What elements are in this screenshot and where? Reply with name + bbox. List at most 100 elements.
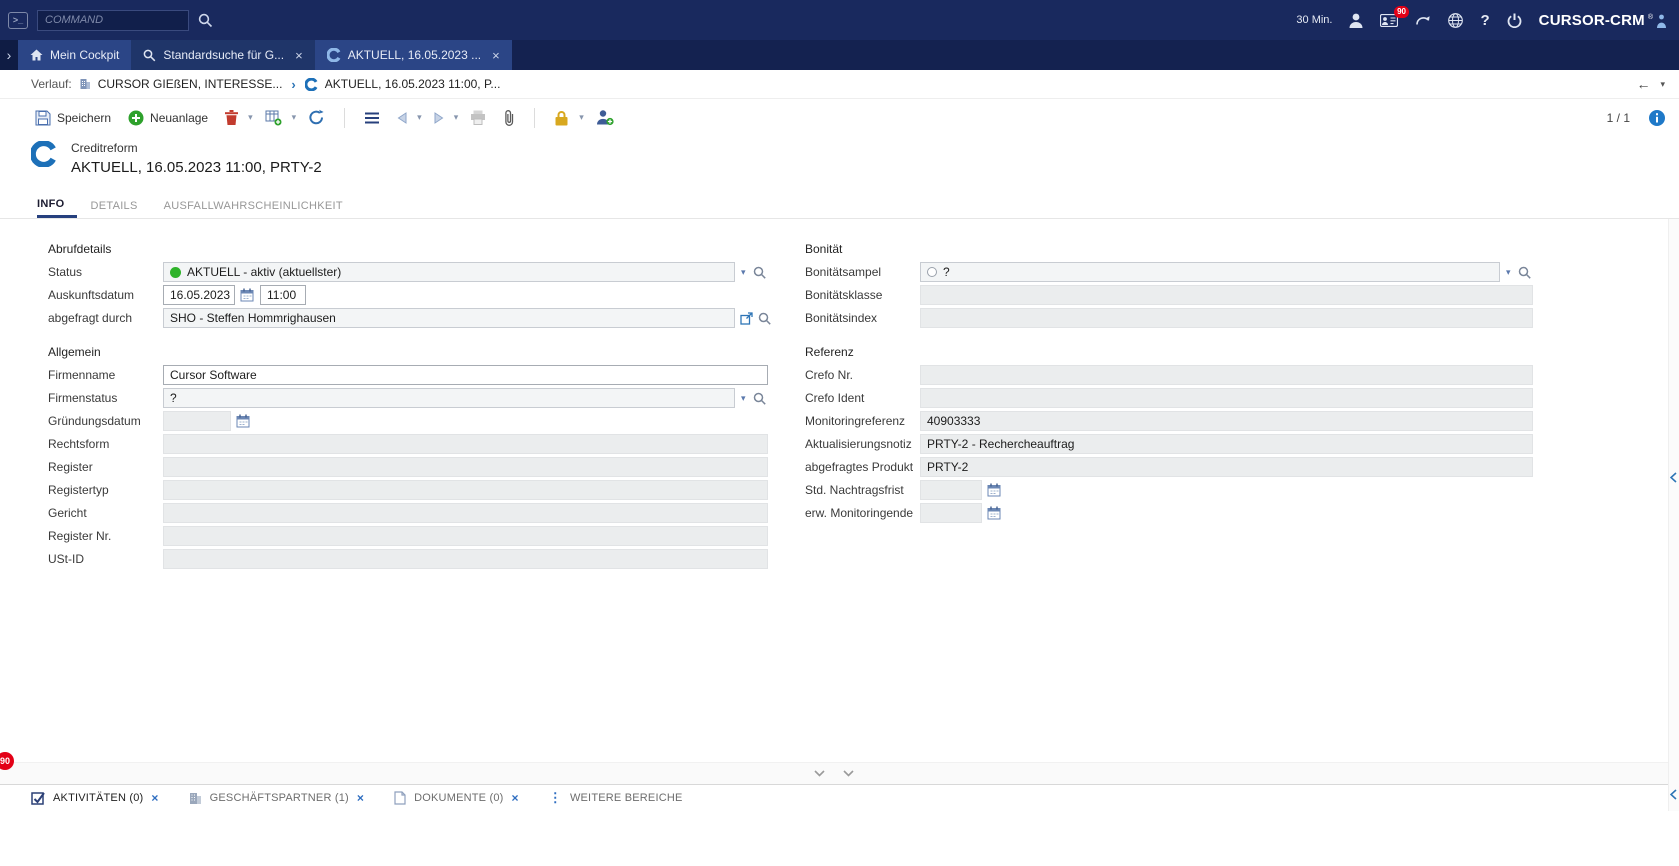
tab-info[interactable]: INFO: [37, 193, 77, 218]
abgefragt-durch-field[interactable]: SHO - Steffen Hommrighausen: [163, 308, 735, 328]
gericht-field[interactable]: [163, 503, 768, 523]
bottom-tab-label: AKTIVITÄTEN (0): [53, 792, 143, 804]
bonitaetsindex-field: [920, 308, 1533, 328]
save-button[interactable]: Speichern: [30, 106, 116, 130]
section-bonitaet: Bonität: [805, 239, 1533, 259]
monitoringende-field[interactable]: [920, 503, 982, 523]
command-input[interactable]: [37, 10, 189, 31]
monitoringende-label: erw. Monitoringende: [805, 506, 920, 520]
delete-dropdown-icon[interactable]: ▾: [248, 112, 253, 123]
registernr-field[interactable]: [163, 526, 768, 546]
firmenstatus-field[interactable]: ?: [163, 388, 735, 408]
tab-aktuell[interactable]: AKTUELL, 16.05.2023 ... ×: [315, 40, 512, 70]
command-search-icon[interactable]: [198, 13, 213, 28]
attachment-button[interactable]: [498, 106, 520, 130]
dropdown-icon[interactable]: ▾: [741, 267, 746, 278]
calendar-icon[interactable]: [236, 414, 250, 428]
dropdown-icon[interactable]: ▾: [741, 393, 746, 404]
crefonr-field: [920, 365, 1533, 385]
close-icon[interactable]: ×: [295, 48, 303, 63]
bonitaetsampel-field[interactable]: ?: [920, 262, 1500, 282]
close-icon[interactable]: ×: [357, 791, 364, 805]
next-dropdown-icon[interactable]: ▾: [454, 112, 459, 123]
nachtragsfrist-field[interactable]: [920, 480, 982, 500]
close-icon[interactable]: ×: [512, 791, 519, 805]
field-row-bonitaetsklasse: Bonitätsklasse: [805, 285, 1533, 305]
open-record-icon[interactable]: [740, 312, 753, 325]
lookup-icon[interactable]: [758, 312, 771, 325]
registernr-label: Register Nr.: [48, 529, 163, 543]
gruendungsdatum-field[interactable]: [163, 411, 231, 431]
undo-icon[interactable]: [1415, 13, 1431, 27]
bottom-tab-aktivitaeten[interactable]: AKTIVITÄTEN (0) ×: [31, 791, 159, 805]
logout-power-icon[interactable]: [1507, 13, 1522, 28]
tab-details[interactable]: DETAILS: [77, 193, 150, 218]
previous-record-button[interactable]: [392, 108, 412, 128]
tab-ausfallwahrscheinlichkeit[interactable]: AUSFALLWAHRSCHEINLICHKEIT: [151, 193, 356, 218]
globe-icon[interactable]: [1448, 13, 1463, 28]
next-record-button[interactable]: [429, 108, 449, 128]
menu-button[interactable]: [359, 107, 385, 129]
registertyp-label: Registertyp: [48, 483, 163, 497]
auskunftsdatum-time-field[interactable]: 11:00: [260, 285, 306, 305]
record-type-label: Creditreform: [71, 141, 322, 155]
new-from-template-button[interactable]: [260, 105, 287, 130]
collapse-chevron-icon[interactable]: [843, 770, 854, 777]
bottom-tab-geschaeftspartner[interactable]: GESCHÄFTSPARTNER (1) ×: [189, 791, 365, 805]
help-icon[interactable]: ?: [1480, 12, 1489, 29]
registertyp-field[interactable]: [163, 480, 768, 500]
info-icon[interactable]: [1649, 110, 1665, 126]
abgefragt-durch-label: abgefragt durch: [48, 311, 163, 325]
lock-button[interactable]: [549, 106, 574, 130]
previous-dropdown-icon[interactable]: ▾: [417, 112, 422, 123]
delete-button[interactable]: [220, 106, 243, 129]
field-row-crefoident: Crefo Ident: [805, 388, 1533, 408]
print-button[interactable]: [465, 106, 491, 129]
calendar-icon[interactable]: [987, 506, 1001, 520]
notifications-icon[interactable]: 90: [1380, 14, 1398, 27]
field-row-gruendungsdatum: Gründungsdatum: [48, 411, 771, 431]
history-dropdown-icon[interactable]: ▾: [1660, 79, 1665, 90]
breadcrumb-item-record[interactable]: AKTUELL, 16.05.2023 11:00, P...: [325, 77, 501, 91]
firmenname-field[interactable]: Cursor Software: [163, 365, 768, 385]
ustid-field[interactable]: [163, 549, 768, 569]
user-icon[interactable]: [1349, 13, 1363, 28]
status-field[interactable]: AKTUELL - aktiv (aktuellster): [163, 262, 735, 282]
expand-bottom-panel-icon[interactable]: [1670, 789, 1677, 800]
refresh-button[interactable]: [303, 105, 330, 130]
template-dropdown-icon[interactable]: ▾: [292, 112, 297, 123]
history-back-icon[interactable]: ←: [1636, 76, 1650, 92]
gruendungsdatum-label: Gründungsdatum: [48, 414, 163, 428]
field-row-registertyp: Registertyp: [48, 480, 771, 500]
add-person-button[interactable]: [591, 105, 619, 130]
rechtsform-field[interactable]: [163, 434, 768, 454]
auskunftsdatum-date-field[interactable]: 16.05.2023: [163, 285, 235, 305]
tab-standardsuche[interactable]: Standardsuche für G... ×: [131, 40, 314, 70]
breadcrumb-item-company[interactable]: CURSOR GIEßEN, INTERESSE...: [98, 77, 283, 91]
expand-side-panel-icon[interactable]: [1670, 472, 1677, 483]
lookup-icon[interactable]: [1518, 266, 1531, 279]
bottom-tab-dokumente[interactable]: DOKUMENTE (0) ×: [394, 791, 519, 805]
company-icon: [79, 78, 91, 90]
tabs-overflow-chevron-icon[interactable]: ›: [0, 40, 18, 70]
lookup-icon[interactable]: [753, 392, 766, 405]
calendar-icon[interactable]: [987, 483, 1001, 497]
dropdown-icon[interactable]: ▾: [1506, 267, 1511, 278]
close-icon[interactable]: ×: [151, 791, 158, 805]
monitoringreferenz-label: Monitoringreferenz: [805, 414, 920, 428]
close-icon[interactable]: ×: [492, 48, 500, 63]
lock-dropdown-icon[interactable]: ▾: [579, 112, 584, 123]
field-row-nachtragsfrist: Std. Nachtragsfrist: [805, 480, 1533, 500]
refresh-icon: [308, 109, 325, 126]
collapse-chevron-icon[interactable]: [814, 770, 825, 777]
record-tabstrip: INFO DETAILS AUSFALLWAHRSCHEINLICHKEIT: [0, 193, 1679, 219]
new-button[interactable]: Neuanlage: [123, 106, 213, 130]
bottom-tab-weitere-bereiche[interactable]: ⋮ WEITERE BEREICHE: [549, 790, 683, 806]
lookup-icon[interactable]: [753, 266, 766, 279]
search-icon: [143, 49, 156, 62]
table-add-icon: [265, 109, 282, 126]
register-field[interactable]: [163, 457, 768, 477]
tab-mein-cockpit[interactable]: Mein Cockpit: [18, 40, 131, 70]
calendar-icon[interactable]: [240, 288, 254, 302]
main-toolbar: Speichern Neuanlage ▾ ▾ ▾ ▾ ▾ 1 / 1: [0, 99, 1679, 136]
